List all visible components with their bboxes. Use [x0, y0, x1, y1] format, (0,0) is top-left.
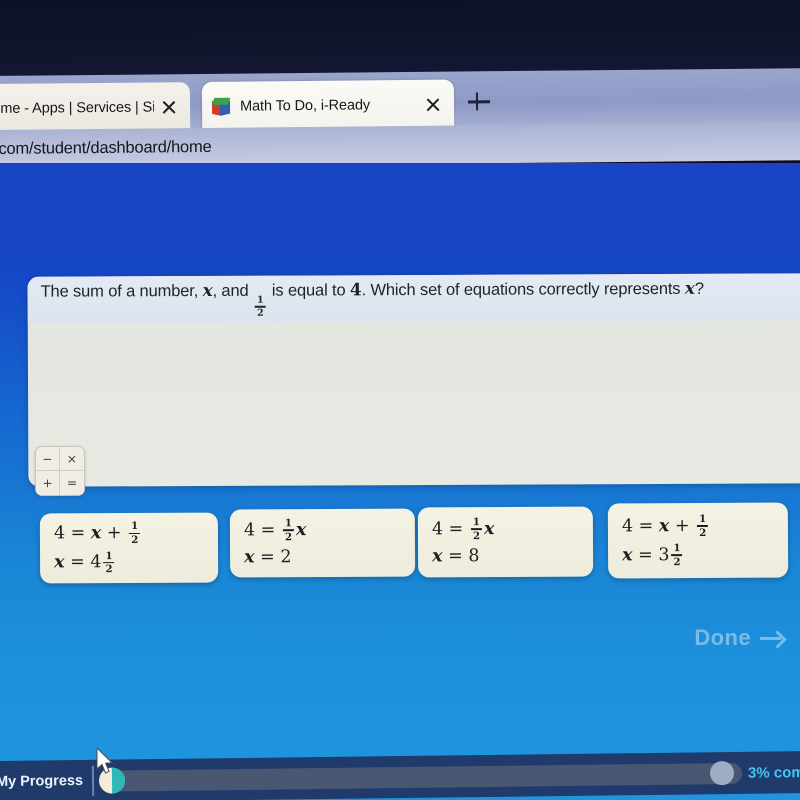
progress-percent-text: 3% compl: [747, 763, 800, 782]
answer-b-line-1: 4 = 12x: [243, 517, 307, 544]
progress-end-marker: [709, 760, 735, 785]
answer-card-c[interactable]: 4 = 12x x = 8: [417, 506, 594, 578]
new-tab-button[interactable]: [466, 89, 492, 115]
answer-card-d[interactable]: 4 = x + 12 x = 312: [607, 502, 789, 579]
progress-track[interactable]: [98, 760, 743, 794]
done-button-label: Done: [694, 625, 751, 650]
close-icon[interactable]: [158, 96, 180, 118]
answer-c-line-1: 4 = 12x: [431, 516, 495, 543]
screenshot-root: Home - Apps | Services | Sites Math To D…: [0, 0, 800, 800]
question-mid: , and: [212, 281, 253, 300]
done-button[interactable]: Done: [694, 625, 786, 651]
question-fraction: 12: [255, 294, 266, 319]
iready-cube-icon: [211, 97, 231, 116]
key-minus[interactable]: −: [35, 447, 60, 472]
browser-tab-home[interactable]: Home - Apps | Services | Sites: [0, 82, 191, 135]
question-variable-1: x: [202, 280, 213, 301]
question-mid-2: is equal to: [267, 280, 350, 300]
url-text: .com/student/dashboard/home: [0, 137, 212, 158]
answer-c-line-2: x = 8: [432, 546, 480, 567]
question-header: The sum of a number, x, and 12 is equal …: [27, 273, 800, 324]
key-times[interactable]: ×: [59, 446, 84, 471]
question-variable-2: x: [684, 278, 695, 299]
close-icon[interactable]: [422, 94, 444, 116]
question-number: 4: [349, 279, 362, 300]
key-plus[interactable]: +: [36, 471, 61, 496]
tab-title-home: Home - Apps | Services | Sites: [0, 99, 155, 118]
answer-a-line-2: x = 412: [54, 549, 115, 576]
question-prefix: The sum of a number,: [40, 281, 203, 301]
question-text: The sum of a number, x, and 12 is equal …: [28, 278, 704, 319]
tab-title-iready: Math To Do, i-Ready: [239, 97, 371, 115]
question-suffix: . Which set of equations correctly repre…: [361, 279, 685, 299]
mouse-cursor-icon: [96, 748, 114, 774]
answer-d-line-1: 4 = x + 12: [621, 512, 709, 539]
page-viewport: The sum of a number, x, and 12 is equal …: [0, 163, 800, 800]
answer-a-line-1: 4 = x + 12: [53, 520, 141, 547]
question-panel: The sum of a number, x, and 12 is equal …: [27, 273, 800, 487]
key-equals[interactable]: =: [60, 470, 85, 495]
math-operator-keypad[interactable]: − × + =: [34, 445, 86, 497]
progress-label: My Progress: [0, 772, 84, 790]
browser-tab-iready[interactable]: Math To Do, i-Ready: [201, 79, 455, 132]
answer-b-line-2: x = 2: [244, 547, 292, 568]
progress-bar: My Progress 3% compl: [0, 750, 800, 800]
arrow-right-icon: [760, 630, 786, 646]
address-bar[interactable]: .com/student/dashboard/home: [0, 121, 800, 169]
answer-card-b[interactable]: 4 = 12x x = 2: [229, 508, 416, 578]
question-end: ?: [694, 279, 704, 298]
answer-d-line-2: x = 312: [622, 542, 683, 569]
progress-divider: [91, 765, 94, 796]
answer-card-a[interactable]: 4 = x + 12 x = 412: [39, 512, 219, 584]
